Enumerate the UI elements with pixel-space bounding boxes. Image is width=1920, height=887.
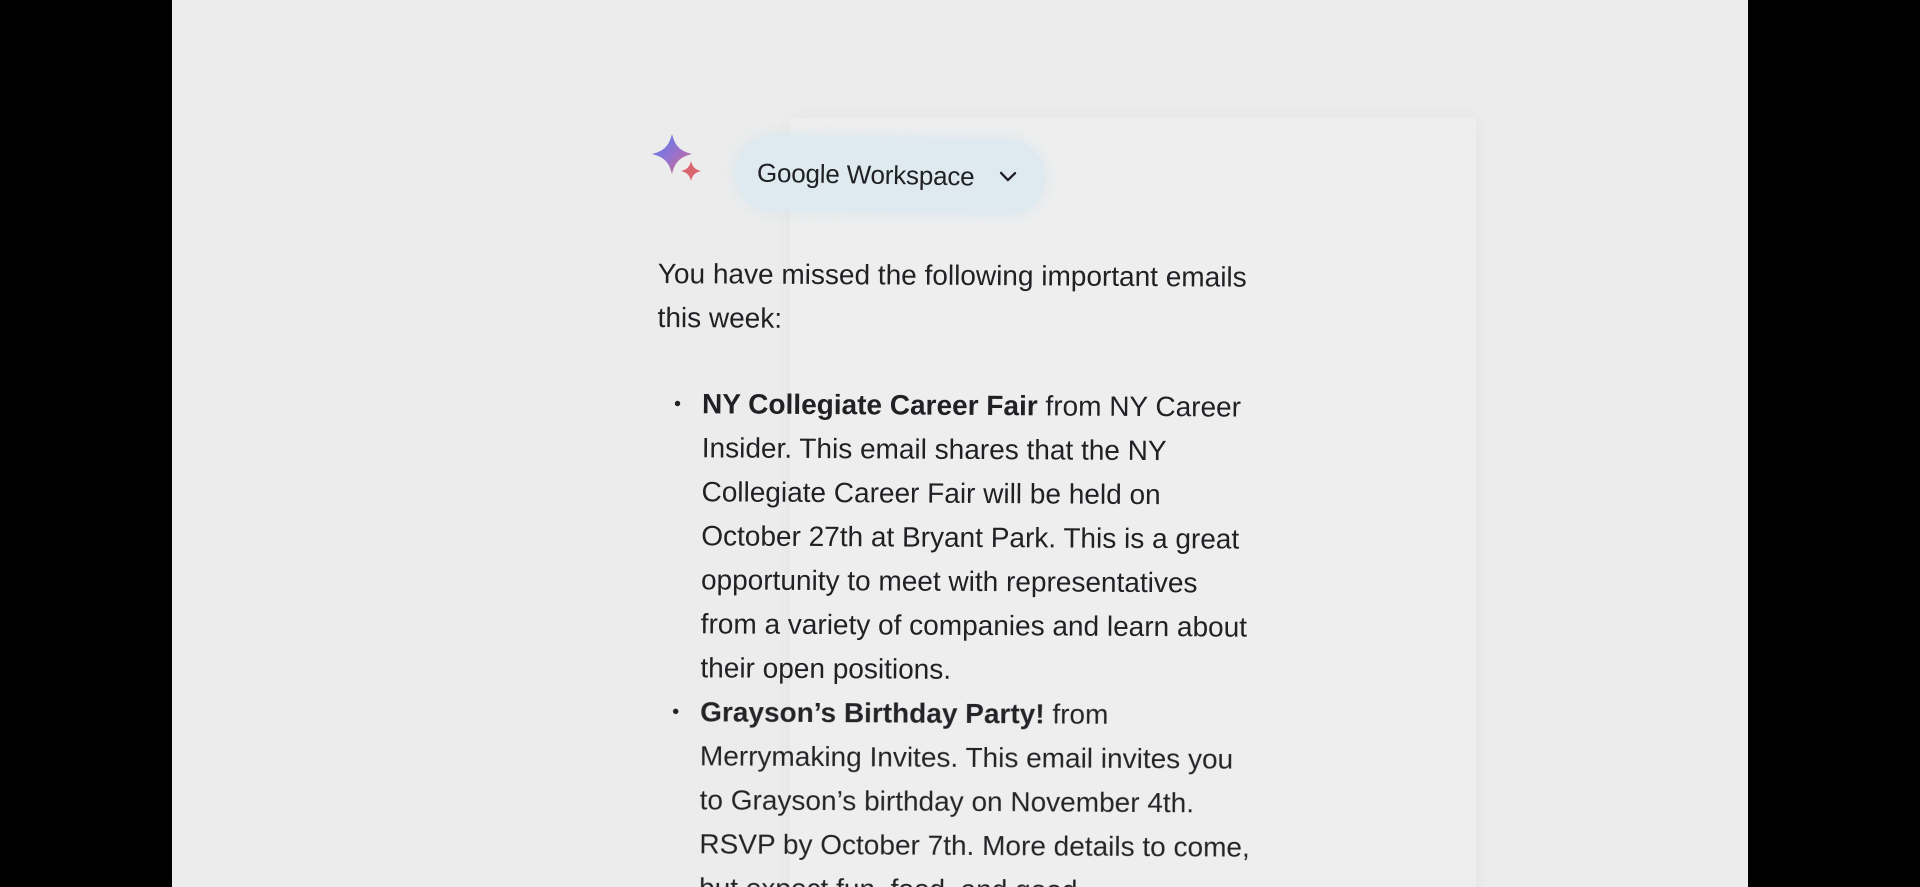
missed-email-list: • NY Collegiate Career Fair from NY Care… [654, 382, 1257, 887]
email-description: from NY Career Insider. This email share… [700, 390, 1248, 685]
email-summary-item: • Grayson’s Birthday Party! from Merryma… [672, 690, 1255, 887]
email-subject: NY Collegiate Career Fair [701, 388, 1038, 422]
video-stage: Google Workspace You have missed the fol… [0, 0, 1920, 887]
bullet-icon: • [672, 701, 680, 724]
google-workspace-label: Google Workspace [756, 157, 975, 191]
gemini-sparkle-icon [652, 134, 701, 181]
email-summary-item: • NY Collegiate Career Fair from NY Care… [674, 382, 1257, 693]
chevron-down-icon [1000, 171, 1017, 182]
email-summary-message: You have missed the following important … [654, 252, 1258, 887]
summary-intro: You have missed the following important … [657, 257, 1247, 334]
google-workspace-button[interactable]: Google Workspace [734, 134, 1046, 216]
bullet-icon: • [674, 393, 682, 416]
email-subject: Grayson’s Birthday Party! [700, 696, 1045, 730]
